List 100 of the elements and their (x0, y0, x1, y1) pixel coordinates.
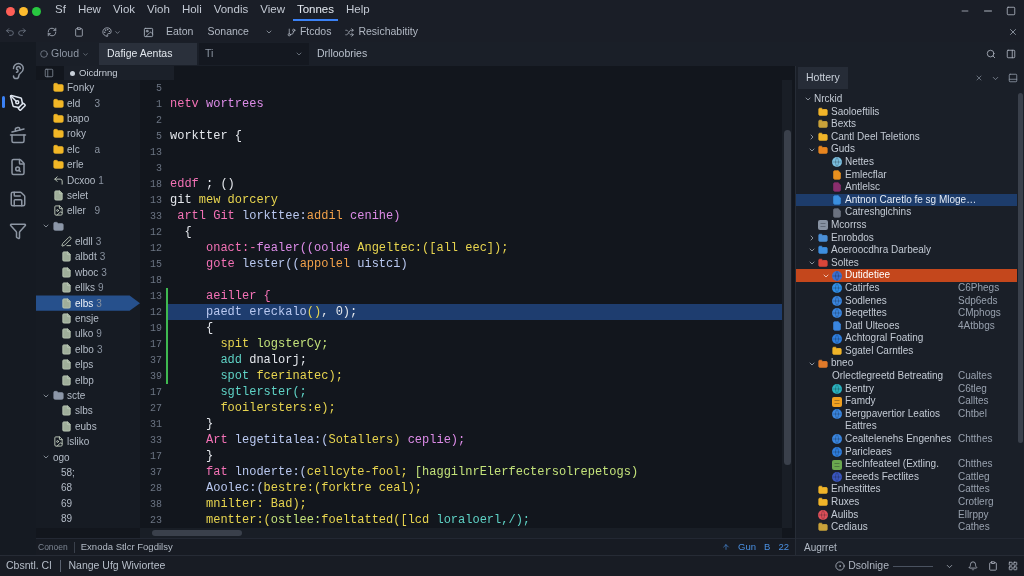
tree-item[interactable]: elbs 3 (36, 295, 140, 311)
tree-item[interactable]: Saoloeftilis (796, 105, 1017, 119)
tree-item[interactable]: Bergpavertior Leatios Eattres Chtbel (796, 407, 1017, 434)
pen-icon[interactable] (9, 94, 27, 112)
tree-item[interactable]: Cantl Deel Teletions (796, 130, 1017, 144)
toolbar-button[interactable]: Ftcdos (286, 24, 332, 40)
menu-item[interactable]: Viok (108, 1, 140, 21)
breadcrumb-link[interactable]: Drlloobries (317, 46, 368, 62)
tree-item[interactable]: scte (36, 387, 140, 404)
tree-item[interactable]: Sodlenes Sdp6eds (796, 294, 1017, 308)
tree-item[interactable]: wboc 3 (36, 264, 140, 281)
menu-item[interactable]: Vioh (143, 1, 174, 21)
tree-item[interactable]: bapo (36, 110, 140, 127)
palette-icon[interactable] (102, 27, 112, 37)
scrollbar-thumb[interactable] (1018, 93, 1023, 443)
tree-item[interactable]: Aoeroocdhra Darbealy (796, 244, 1017, 257)
tree-item[interactable]: ulko 9 (36, 326, 140, 342)
close-icon[interactable] (975, 74, 983, 82)
tree-item[interactable]: Bentry C6tleg (796, 382, 1017, 396)
tree-item[interactable]: Achtogral Foating (796, 332, 1017, 345)
tree-item[interactable]: Orlectlegreetd Betreating Cualtes (796, 370, 1017, 383)
horizontal-scrollbar[interactable] (140, 528, 782, 538)
scrollbar-thumb[interactable] (783, 130, 791, 465)
tree-item[interactable]: slbs (36, 403, 140, 419)
floppy-icon[interactable] (9, 190, 27, 208)
caret-icon[interactable] (114, 28, 121, 36)
menu-item[interactable]: Sf (51, 1, 70, 21)
menu-item[interactable]: View (256, 1, 289, 21)
funnel-icon[interactable] (9, 222, 27, 240)
tree-item[interactable]: Catirfes C6Phegs (796, 281, 1017, 295)
panel-icon[interactable] (1006, 49, 1016, 59)
tree-item[interactable]: Dutidetiee (796, 269, 1017, 282)
maximize-icon[interactable] (1006, 6, 1016, 16)
tree-item[interactable]: Enhestittes Catttes (796, 483, 1017, 496)
tree-item[interactable]: ensje (36, 310, 140, 327)
tree-item[interactable]: elbo 3 (36, 341, 140, 358)
search-icon[interactable] (986, 49, 996, 59)
status-button[interactable]: Dsolnige (835, 558, 889, 574)
menu-item[interactable]: Help (342, 1, 374, 21)
tree-item[interactable]: ogo (36, 449, 140, 465)
vertical-scrollbar[interactable] (782, 80, 792, 528)
caret-right-icon[interactable] (808, 233, 816, 242)
tree-item[interactable]: Cediaus Cathes (796, 521, 1017, 534)
tree-item[interactable]: 58; (36, 464, 140, 481)
tree-item[interactable]: Enrobdos (796, 231, 1017, 245)
tree-item[interactable]: Fonky (36, 80, 140, 96)
tree-item[interactable]: Eeeeds Fectlites Cattleg (796, 470, 1017, 484)
tree-item[interactable]: Emlecflar (796, 168, 1017, 182)
panel-icon[interactable] (44, 68, 54, 78)
tree-item[interactable]: bneo (796, 357, 1017, 371)
tree-item[interactable]: albdt 3 (36, 249, 140, 265)
tree-item[interactable]: elc a (36, 141, 140, 157)
scrollbar-thumb[interactable] (152, 530, 242, 536)
grid-icon[interactable] (1008, 561, 1018, 571)
editor-tab[interactable]: Dafige Aentas (99, 43, 198, 65)
caret-right-icon[interactable] (808, 133, 816, 142)
tree-item[interactable]: Cealtelenehs Engenhes Chtthes (796, 433, 1017, 446)
tree-item[interactable]: Nrckid (796, 93, 1017, 106)
tree-item[interactable]: Mcorrss (796, 218, 1017, 232)
panel-title-tab[interactable]: Hottery (798, 67, 848, 89)
clipboard-icon[interactable] (988, 561, 998, 571)
tree-item[interactable]: 68 (36, 480, 140, 496)
tree-item[interactable]: Beqetltes CMphogs (796, 307, 1017, 320)
tree-item[interactable]: Antlelsc (796, 181, 1017, 194)
tree-item[interactable]: eld 3 (36, 95, 140, 111)
toolbar-button[interactable]: Eaton (166, 24, 194, 40)
tree-item[interactable]: 69 (36, 495, 140, 511)
toolbar-button[interactable]: Resichabitity (345, 24, 418, 40)
bell-icon[interactable] (968, 561, 978, 571)
tree-item[interactable]: elps (36, 357, 140, 373)
tree-item[interactable]: ellks 9 (36, 280, 140, 296)
tree-item[interactable]: Catreshglchins (796, 206, 1017, 219)
tree-item[interactable]: eldll 3 (36, 233, 140, 250)
tree-item[interactable]: lsliko (36, 434, 140, 450)
tree-item[interactable]: eller 9 (36, 203, 140, 219)
tree-item[interactable]: Ruxes Crotlerg (796, 496, 1017, 509)
tree-item[interactable]: eubs (36, 418, 140, 434)
tree-item[interactable]: Aulibs Ellrppy (796, 508, 1017, 522)
undo-icon[interactable] (5, 27, 15, 37)
file-search-icon[interactable] (9, 158, 27, 176)
tree-item[interactable]: Datl Ulteoes 4Atbbgs (796, 319, 1017, 333)
tree-item[interactable]: erle (36, 156, 140, 173)
tree-item[interactable]: Dcxoo 1 (36, 172, 140, 188)
tree-item[interactable]: Soltes (796, 256, 1017, 270)
redo-icon[interactable] (17, 27, 27, 37)
tree-item[interactable]: Sgatel Carntles (796, 344, 1017, 358)
select-field[interactable]: Ti (199, 43, 310, 65)
tree-item[interactable]: elbp (36, 372, 140, 388)
tree-item[interactable]: Bexts (796, 118, 1017, 131)
pot-icon[interactable] (9, 126, 27, 144)
tree-item[interactable]: Antnon Caretlo fe sg Mloge… (796, 193, 1017, 207)
tree-item[interactable]: Guds (796, 143, 1017, 156)
scope-dropdown[interactable]: Gloud (40, 46, 90, 62)
menu-item[interactable]: Hew (73, 1, 105, 21)
image-icon[interactable] (143, 26, 154, 38)
tree-item[interactable]: selet (36, 187, 140, 204)
menu-item[interactable]: Holi (177, 1, 206, 21)
clipboard-icon[interactable] (74, 27, 84, 37)
tree-item[interactable]: Eeclnfeateel (Extling. Chtthes (796, 458, 1017, 471)
refresh-icon[interactable] (47, 27, 57, 37)
